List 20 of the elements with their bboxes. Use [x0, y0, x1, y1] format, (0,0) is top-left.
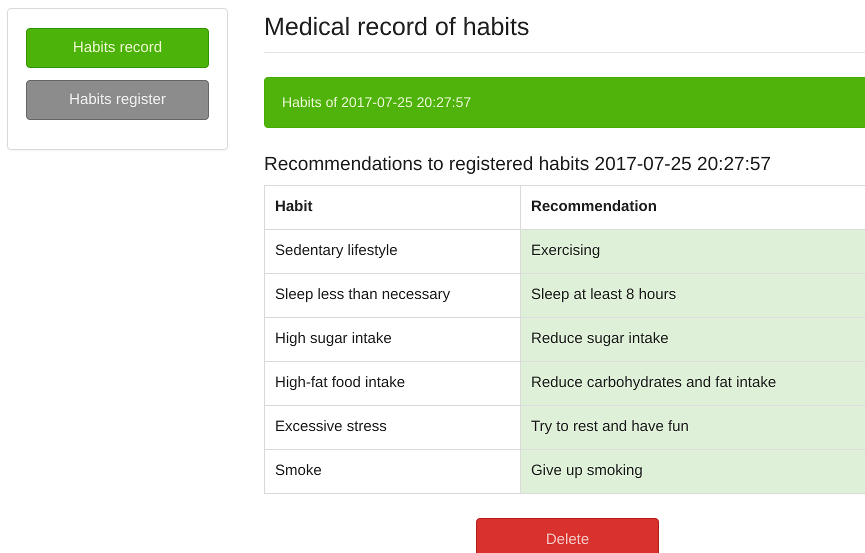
- habit-cell: Smoke: [264, 449, 520, 494]
- recommendation-cell: Exercising: [520, 229, 865, 274]
- page-title: Medical record of habits: [264, 12, 865, 53]
- column-header: Recommendation: [520, 185, 865, 230]
- habit-cell: High sugar intake: [264, 317, 520, 362]
- section-title: Recommendations to registered habits 2017-07-25 20:27:57: [264, 154, 772, 177]
- panel-heading: Habits of 2017-07-25 20:27:57: [264, 77, 865, 128]
- habit-cell: Sedentary lifestyle: [264, 229, 520, 274]
- habit-cell: High-fat food intake: [264, 361, 520, 406]
- recommendation-cell: Sleep at least 8 hours: [520, 273, 865, 318]
- recommendation-cell: Give up smoking: [520, 449, 865, 494]
- sidebar-button[interactable]: Habits register: [26, 80, 209, 120]
- habit-cell: Sleep less than necessary: [264, 273, 520, 318]
- recommendation-cell: Try to rest and have fun: [520, 405, 865, 450]
- sidebar-button[interactable]: Habits record: [26, 28, 209, 68]
- recommendation-cell: Reduce sugar intake: [520, 317, 865, 362]
- column-header: Habit: [264, 185, 520, 230]
- recommendation-cell: Reduce carbohydrates and fat intake: [520, 361, 865, 406]
- habit-cell: Excessive stress: [264, 405, 520, 450]
- delete-button[interactable]: Delete: [476, 518, 659, 553]
